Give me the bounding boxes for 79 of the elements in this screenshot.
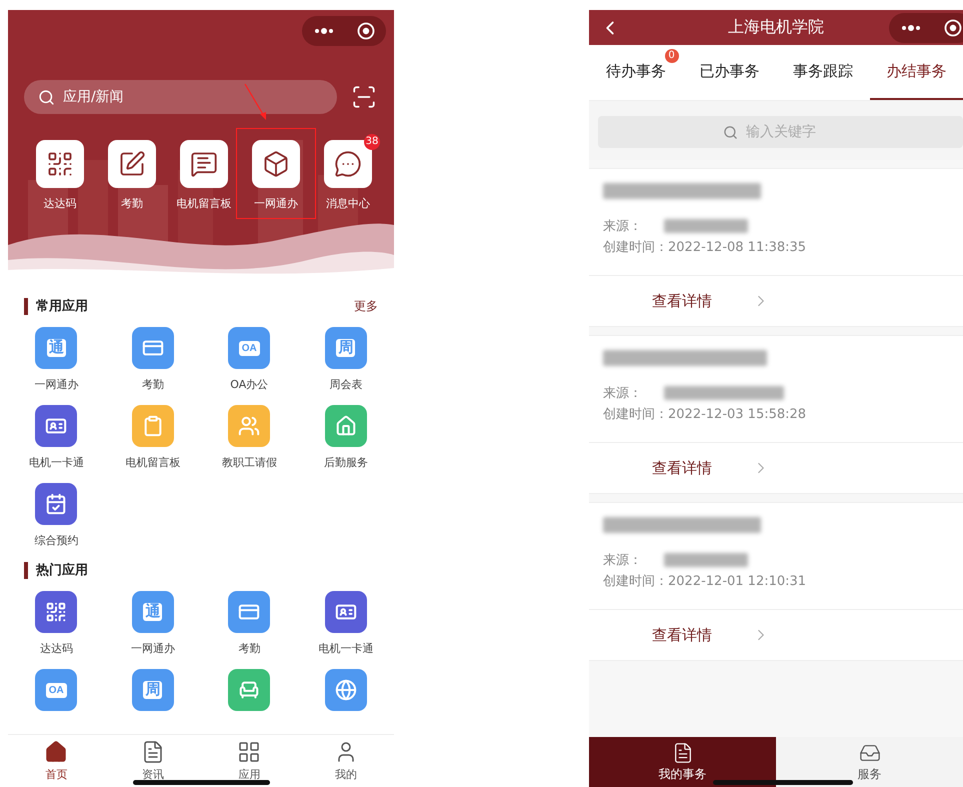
- quick-app-button[interactable]: [180, 140, 228, 188]
- app-icon[interactable]: [228, 591, 270, 633]
- clipboard-icon: [142, 415, 164, 437]
- source-label: 来源：: [603, 552, 642, 569]
- app-icon[interactable]: [324, 669, 367, 711]
- quick-app-label: 考勤: [121, 196, 143, 211]
- app-label: 电机一卡通: [318, 641, 374, 656]
- tab-bar-item[interactable]: 资讯: [104, 735, 201, 787]
- house-icon: [334, 415, 357, 437]
- grid-icon: [237, 740, 262, 764]
- quick-app-label: 一网通办: [254, 196, 298, 211]
- app-icon[interactable]: [35, 591, 78, 633]
- qr-code-icon: [45, 601, 68, 623]
- globe-icon: [334, 679, 357, 701]
- people-icon: [238, 415, 260, 437]
- search-bar[interactable]: 应用/新闻: [24, 80, 337, 114]
- app-glyph: 周: [336, 338, 356, 358]
- app-label: 电机一卡通: [28, 455, 84, 470]
- app-glyph: OA: [238, 340, 260, 356]
- quick-app-label: 电机留言板: [176, 196, 232, 211]
- search-field[interactable]: 应用/新闻: [61, 88, 305, 106]
- app-label: 后勤服务: [324, 455, 368, 470]
- created-time: 创建时间：2022-12-01 12:10:31: [603, 573, 808, 591]
- tab-bar-item[interactable]: 我的: [298, 735, 394, 787]
- app-label: 一网通办: [34, 377, 78, 392]
- quick-app-label: 达达码: [44, 196, 76, 211]
- page-title: 上海电机学院: [727, 17, 825, 38]
- search-bar[interactable]: 输入关键字: [598, 116, 963, 148]
- qr-code-icon: [46, 150, 74, 178]
- section-title: 热门应用: [24, 562, 88, 579]
- created-time: 创建时间：2022-12-08 11:38:35: [603, 239, 808, 257]
- app-icon[interactable]: [132, 327, 174, 369]
- app-label: 考勤: [142, 377, 164, 392]
- source-label: 来源：: [603, 385, 642, 402]
- bottom-tab[interactable]: 服务: [776, 737, 963, 787]
- more-link[interactable]: 更多: [354, 298, 378, 315]
- app-glyph: 通: [143, 602, 162, 622]
- chat-icon: [334, 150, 362, 178]
- app-label: 周会表: [329, 377, 362, 392]
- pen-icon: [118, 150, 146, 178]
- cube-icon: [262, 150, 290, 178]
- app-label: 达达码: [40, 641, 73, 656]
- search-icon: [723, 124, 738, 140]
- app-icon[interactable]: [35, 405, 78, 447]
- section-title: 常用应用: [24, 298, 88, 315]
- app-glyph: 通: [46, 338, 66, 358]
- quick-app-button[interactable]: [36, 140, 84, 188]
- bottom-tab[interactable]: 我的事务: [589, 737, 776, 787]
- quick-app-label: 消息中心: [326, 196, 370, 211]
- search-field[interactable]: 输入关键字: [744, 123, 838, 141]
- count-badge: 0: [664, 49, 678, 63]
- app-icon[interactable]: [324, 591, 367, 633]
- more-icon: [314, 27, 334, 35]
- app-glyph: OA: [46, 682, 67, 698]
- app-label: 综合预约: [34, 533, 78, 548]
- quick-app-button[interactable]: [108, 140, 156, 188]
- source-label: 来源：: [603, 218, 642, 235]
- more-icon: [900, 24, 920, 32]
- tab-bar-item[interactable]: 首页: [8, 735, 104, 787]
- tab-bar-item[interactable]: 应用: [201, 735, 298, 787]
- quick-app-button[interactable]: [252, 140, 300, 188]
- close-icon: [356, 22, 374, 40]
- close-icon: [944, 18, 962, 36]
- menu-capsule[interactable]: [889, 12, 963, 42]
- app-glyph: 周: [143, 680, 162, 700]
- app-label: 教职工请假: [222, 455, 277, 470]
- app-label: 电机留言板: [125, 455, 180, 470]
- search-icon: [38, 88, 55, 106]
- created-time: 创建时间：2022-12-03 15:58:28: [603, 406, 808, 424]
- app-label: OA办公: [230, 377, 268, 392]
- app-label: 考勤: [238, 641, 260, 656]
- menu-capsule[interactable]: [302, 16, 386, 46]
- calendar-icon: [45, 493, 68, 515]
- message-board-icon: [190, 150, 218, 178]
- home-icon: [44, 740, 68, 764]
- app-label: 一网通办: [130, 641, 175, 656]
- scan-icon[interactable]: [351, 84, 377, 110]
- app-icon[interactable]: [35, 483, 78, 525]
- armchair-icon: [238, 679, 260, 701]
